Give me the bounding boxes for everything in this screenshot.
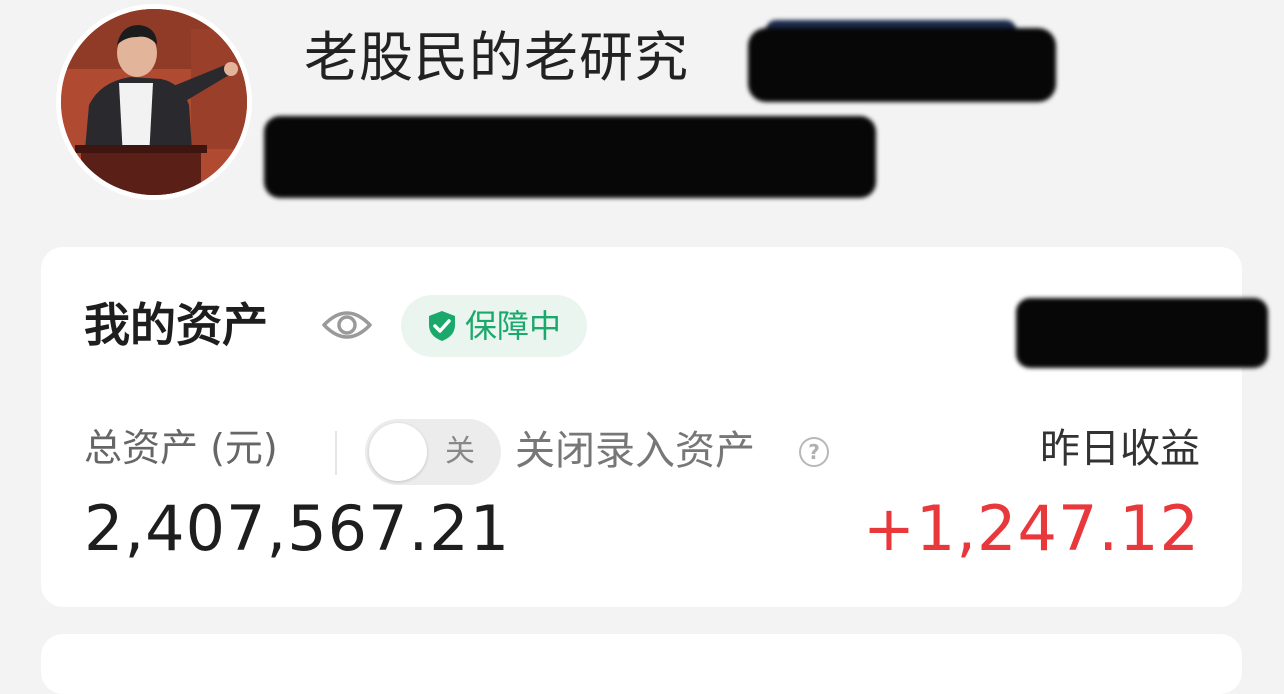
yesterday-earnings-label: 昨日收益: [1040, 426, 1200, 472]
redaction-mark: [1016, 298, 1268, 368]
total-assets-label: 总资产 (元): [84, 426, 278, 470]
asset-card: 我的资产 保障中 总资产 (元) 关 关闭录入资产 ? 2,407,567.21…: [41, 247, 1268, 607]
shield-check-icon: [427, 310, 457, 342]
profile-header: 老股民的老研究: [0, 0, 1284, 240]
badge-label: 保障中: [465, 307, 562, 345]
toggle-knob: [369, 423, 427, 481]
yesterday-earnings-value: +1,247.12: [862, 492, 1200, 565]
toggle-state: 关: [445, 434, 475, 469]
divider: [335, 431, 337, 475]
manual-assets-toggle[interactable]: 关: [365, 419, 501, 485]
question-circle-icon[interactable]: ?: [799, 437, 829, 467]
protection-badge[interactable]: 保障中: [401, 295, 587, 357]
next-card: [41, 634, 1242, 694]
avatar-photo: [61, 9, 247, 195]
avatar[interactable]: [56, 4, 252, 200]
total-assets-value: 2,407,567.21: [84, 492, 511, 565]
toggle-label: 关闭录入资产: [515, 428, 755, 474]
asset-card-title: 我的资产: [84, 298, 268, 352]
eye-icon[interactable]: [321, 305, 373, 345]
redaction-mark: [748, 28, 1056, 102]
username: 老股民的老研究: [304, 26, 689, 89]
redaction-mark: [264, 116, 876, 198]
